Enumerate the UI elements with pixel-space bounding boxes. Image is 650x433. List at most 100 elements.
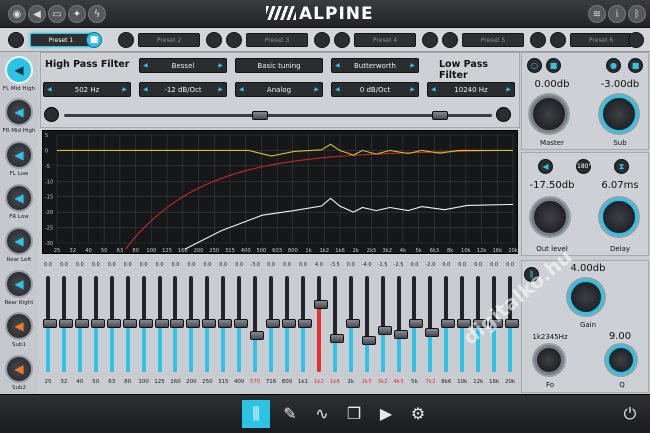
eq-slider-thumb[interactable] xyxy=(186,319,201,328)
eq-band-1k2[interactable]: 4.0 1k2 xyxy=(313,262,328,392)
eq-band-315[interactable]: 0.0 315 xyxy=(217,262,233,392)
eq-slider-track[interactable] xyxy=(266,276,281,372)
eq-slider-track[interactable] xyxy=(250,276,265,372)
eq-band-80[interactable]: 0.0 80 xyxy=(122,262,137,392)
eq-slider-track[interactable] xyxy=(457,276,472,372)
eq-slider-thumb[interactable] xyxy=(43,319,57,328)
eq-slider-thumb[interactable] xyxy=(377,325,392,335)
eq-band-3k2[interactable]: -1.5 3k2 xyxy=(377,262,392,392)
eq-band-2k5[interactable]: -4.0 2k5 xyxy=(361,262,376,392)
wave-icon[interactable]: ∿ xyxy=(308,400,336,428)
eq-band-63[interactable]: 0.0 63 xyxy=(106,262,121,392)
wifi-icon[interactable]: ≋ xyxy=(588,5,606,23)
eq-band-200[interactable]: 0.0 200 xyxy=(185,262,201,392)
arrow-right-icon[interactable]: ▶ xyxy=(122,83,127,97)
eq-band-2k[interactable]: 0.0 2k xyxy=(345,262,360,392)
flash-icon[interactable]: ϟ xyxy=(88,5,106,23)
eq-slider-thumb[interactable] xyxy=(393,329,408,339)
eq-slider-thumb[interactable] xyxy=(202,319,217,328)
arrow-right-icon[interactable]: ▶ xyxy=(410,83,415,97)
eq-band-25[interactable]: 0.0 25 xyxy=(42,262,57,392)
eq-slider-track[interactable] xyxy=(74,276,89,372)
gear-icon[interactable]: ⚙ xyxy=(404,400,432,428)
channel-rear-right-button[interactable]: ◀ xyxy=(5,270,33,298)
eq-slider-thumb[interactable] xyxy=(441,319,456,328)
folder-icon[interactable]: ▭ xyxy=(48,5,66,23)
lpf-range-handle[interactable] xyxy=(432,111,448,120)
bluetooth-icon[interactable]: ᛒ xyxy=(628,5,646,23)
eq-slider-thumb[interactable] xyxy=(218,319,233,328)
eq-slider-thumb[interactable] xyxy=(329,334,344,344)
channel-sub2-button[interactable]: ◀ xyxy=(5,355,33,383)
arrow-left-icon[interactable]: ◀ xyxy=(239,83,244,97)
eq-band-1k1[interactable]: 0.0 1k1 xyxy=(297,262,312,392)
eq-slider-thumb[interactable] xyxy=(234,319,249,328)
eq-band-7k2[interactable]: -2.0 7k2 xyxy=(424,262,440,392)
preset-3-button[interactable]: Preset 3 xyxy=(246,33,308,47)
master-knob[interactable] xyxy=(530,95,568,133)
eq-slider-track[interactable] xyxy=(90,276,105,372)
crossover-range-slider[interactable] xyxy=(64,114,492,117)
eq-slider-track[interactable] xyxy=(345,276,360,372)
eq-slider-track[interactable] xyxy=(425,276,440,372)
eq-band-160[interactable]: 0.0 160 xyxy=(169,262,185,392)
hpf-type-select[interactable]: ◀ Bessel ▶ xyxy=(139,58,227,73)
eq-band-40[interactable]: 0.0 40 xyxy=(74,262,89,392)
preset-6-button[interactable]: Preset 6 xyxy=(570,33,632,47)
eq-slider-thumb[interactable] xyxy=(266,319,281,328)
eq-slider-track[interactable] xyxy=(43,276,57,372)
arrow-left-icon[interactable]: ◀ xyxy=(143,83,148,97)
lock-icon[interactable]: ■ xyxy=(628,58,643,73)
play-step-icon[interactable]: ▶ xyxy=(372,400,400,428)
eq-slider-track[interactable] xyxy=(297,276,312,372)
hpf-slope-select[interactable]: ◀ -12 dB/Oct ▶ xyxy=(139,82,227,97)
home-icon[interactable]: ◉ xyxy=(8,5,26,23)
power-icon[interactable]: ⏻ xyxy=(616,400,644,428)
eq-band-570[interactable]: -3.0 570 xyxy=(249,262,265,392)
eq-slider-track[interactable] xyxy=(329,276,344,372)
delay-knob[interactable] xyxy=(600,198,638,236)
channel-fl-low-button[interactable]: ◀ xyxy=(5,141,33,169)
mixer-icon[interactable]: ⫼ xyxy=(242,400,270,428)
copy-icon[interactable]: ❐ xyxy=(340,400,368,428)
hourglass-icon[interactable]: ⧗ xyxy=(614,159,629,174)
analog-mode-select[interactable]: ◀ Analog ▶ xyxy=(235,82,323,97)
eq-slider-track[interactable] xyxy=(234,276,249,372)
lock-icon[interactable]: ■ xyxy=(546,58,561,73)
eq-band-400[interactable]: 0.0 400 xyxy=(233,262,249,392)
eq-slider-thumb[interactable] xyxy=(154,319,169,328)
arrow-right-icon[interactable]: ▶ xyxy=(218,83,223,97)
preset-4-button[interactable]: Preset 4 xyxy=(354,33,416,47)
sub-knob[interactable] xyxy=(600,95,638,133)
eq-slider-thumb[interactable] xyxy=(297,319,312,328)
eq-slider-thumb[interactable] xyxy=(345,319,360,328)
link-icon[interactable]: ● xyxy=(606,58,621,73)
eq-slider-thumb[interactable] xyxy=(250,331,265,341)
eq-slider-track[interactable] xyxy=(361,276,376,372)
eq-slider-thumb[interactable] xyxy=(313,299,328,309)
mute-icon[interactable]: ○ xyxy=(527,58,542,73)
eq-slider-thumb[interactable] xyxy=(74,319,89,328)
eq-slider-track[interactable] xyxy=(58,276,73,372)
eq-slider-track[interactable] xyxy=(218,276,233,372)
channel-sub1-button[interactable]: ◀ xyxy=(5,312,33,340)
eq-slider-track[interactable] xyxy=(282,276,296,372)
preset-2-button[interactable]: Preset 2 xyxy=(138,33,200,47)
eq-slider-track[interactable] xyxy=(170,276,185,372)
speaker-icon[interactable]: ◀ xyxy=(538,159,553,174)
eq-slider-track[interactable] xyxy=(138,276,153,372)
eq-slider-track[interactable] xyxy=(393,276,408,372)
eq-band-32[interactable]: 0.0 32 xyxy=(58,262,73,392)
eq-band-1k8[interactable]: -3.5 1k8 xyxy=(329,262,344,392)
gain-knob[interactable] xyxy=(568,279,604,315)
eq-band-100[interactable]: 0.0 100 xyxy=(138,262,153,392)
eq-slider-track[interactable] xyxy=(186,276,201,372)
info-icon[interactable]: i xyxy=(608,5,626,23)
eq-band-4k3[interactable]: -2.5 4k3 xyxy=(393,262,408,392)
eq-slider-thumb[interactable] xyxy=(361,336,376,346)
eq-band-800[interactable]: 0.0 800 xyxy=(281,262,296,392)
eq-slider-thumb[interactable] xyxy=(90,319,105,328)
preset-5-button[interactable]: Preset 5 xyxy=(462,33,524,47)
eq-band-5k[interactable]: 0.0 5k xyxy=(408,262,424,392)
eq-slider-thumb[interactable] xyxy=(425,327,440,337)
